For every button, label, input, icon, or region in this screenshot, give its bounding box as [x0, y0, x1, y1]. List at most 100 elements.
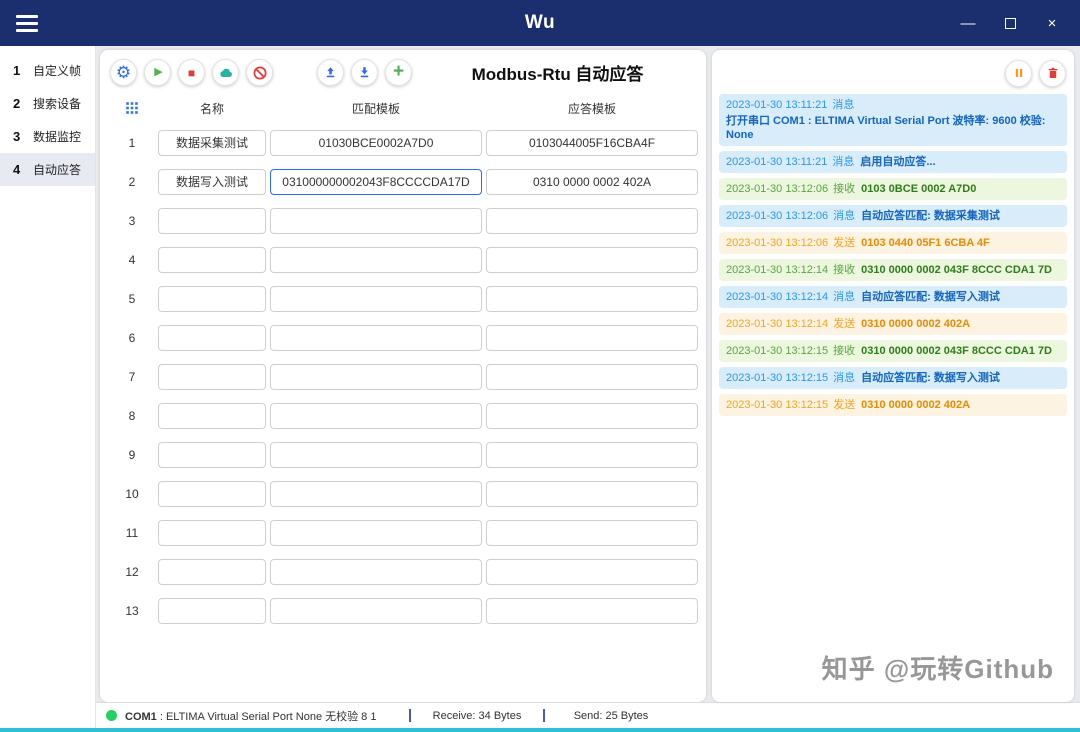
response-template-input[interactable]: [486, 169, 698, 195]
sidebar-item-auto-response[interactable]: 4自动应答: [0, 153, 95, 186]
row-number: 12: [110, 565, 154, 579]
match-template-input[interactable]: [270, 481, 482, 507]
drag-grid-button[interactable]: [110, 101, 154, 115]
table-row: 13: [110, 591, 696, 630]
close-port-button[interactable]: [246, 59, 273, 86]
match-template-input[interactable]: [270, 169, 482, 195]
log-message: 自动应答匹配: 数据采集测试: [861, 210, 1000, 222]
match-template-input[interactable]: [270, 130, 482, 156]
port-info: : ELTIMA Virtual Serial Port None 无校验 8 …: [157, 711, 377, 723]
match-template-input[interactable]: [270, 364, 482, 390]
log-type-tag: 消息: [832, 99, 854, 111]
page-title: Modbus-Rtu 自动应答: [419, 60, 696, 85]
log-timestamp: 2023-01-30 13:12:14: [726, 264, 828, 276]
name-input[interactable]: [158, 169, 266, 195]
name-input[interactable]: [158, 481, 266, 507]
sidebar-item-label: 搜索设备: [33, 95, 81, 112]
response-template-input[interactable]: [486, 364, 698, 390]
pause-log-button[interactable]: [1005, 60, 1032, 87]
minimize-icon: —: [961, 15, 976, 32]
export-button[interactable]: [351, 59, 378, 86]
log-timestamp: 2023-01-30 13:12:15: [726, 399, 828, 411]
name-input[interactable]: [158, 442, 266, 468]
log-message: 0310 0000 0002 402A: [861, 399, 970, 411]
port-name: COM1: [125, 711, 157, 723]
row-number: 4: [110, 253, 154, 267]
minimize-button[interactable]: —: [952, 8, 984, 38]
add-row-button[interactable]: +: [385, 59, 412, 86]
match-template-input[interactable]: [270, 559, 482, 585]
open-port-button[interactable]: [212, 59, 239, 86]
response-template-input[interactable]: [486, 403, 698, 429]
name-input[interactable]: [158, 247, 266, 273]
log-type-tag: 消息: [833, 210, 855, 222]
match-template-input[interactable]: [270, 520, 482, 546]
response-template-input[interactable]: [486, 325, 698, 351]
stop-button[interactable]: ■: [178, 59, 205, 86]
name-input[interactable]: [158, 598, 266, 624]
response-template-input[interactable]: [486, 598, 698, 624]
import-button[interactable]: [317, 59, 344, 86]
settings-button[interactable]: ⚙: [110, 59, 137, 86]
maximize-icon: [1005, 18, 1016, 29]
sidebar-item-label: 自动应答: [33, 161, 81, 178]
match-template-input[interactable]: [270, 403, 482, 429]
name-input[interactable]: [158, 130, 266, 156]
name-input[interactable]: [158, 208, 266, 234]
sidebar-item-search-device[interactable]: 2搜索设备: [0, 87, 95, 120]
sidebar-item-data-monitor[interactable]: 3数据监控: [0, 120, 95, 153]
log-message: 0310 0000 0002 043F 8CCC CDA1 7D: [861, 345, 1052, 357]
response-table: 名称 匹配模板 应答模板 12345678910111213: [100, 91, 706, 702]
row-number: 9: [110, 448, 154, 462]
log-type-tag: 发送: [833, 399, 855, 411]
main-panel: ⚙ ▶ ■: [100, 50, 706, 702]
receive-count: Receive: 34 Bytes: [413, 710, 541, 722]
name-input[interactable]: [158, 559, 266, 585]
log-type-tag: 消息: [833, 372, 855, 384]
match-template-input[interactable]: [270, 325, 482, 351]
match-template-input[interactable]: [270, 286, 482, 312]
prohibition-icon: [252, 65, 268, 81]
match-template-input[interactable]: [270, 208, 482, 234]
table-row: 6: [110, 318, 696, 357]
name-input[interactable]: [158, 520, 266, 546]
close-button[interactable]: ×: [1036, 8, 1068, 38]
maximize-button[interactable]: [994, 8, 1026, 38]
match-template-input[interactable]: [270, 598, 482, 624]
log-timestamp: 2023-01-30 13:12:06: [726, 237, 828, 249]
response-template-input[interactable]: [486, 247, 698, 273]
response-template-input[interactable]: [486, 520, 698, 546]
log-entry: 2023-01-30 13:12:06接收0103 0BCE 0002 A7D0: [719, 178, 1067, 200]
start-button[interactable]: ▶: [144, 59, 171, 86]
menu-button[interactable]: [16, 8, 46, 38]
log-message: 启用自动应答...: [860, 156, 935, 168]
row-number: 11: [110, 526, 154, 540]
response-template-input[interactable]: [486, 130, 698, 156]
log-type-tag: 接收: [833, 345, 855, 357]
response-template-input[interactable]: [486, 559, 698, 585]
response-template-input[interactable]: [486, 286, 698, 312]
table-row: 8: [110, 396, 696, 435]
column-header-name: 名称: [158, 100, 266, 117]
name-input[interactable]: [158, 403, 266, 429]
log-entry: 2023-01-30 13:11:21消息启用自动应答...: [719, 151, 1067, 173]
match-template-input[interactable]: [270, 442, 482, 468]
match-template-input[interactable]: [270, 247, 482, 273]
row-number: 10: [110, 487, 154, 501]
sidebar-item-number: 1: [13, 63, 23, 78]
hamburger-icon: [16, 15, 38, 18]
name-input[interactable]: [158, 364, 266, 390]
clear-log-button[interactable]: [1039, 60, 1066, 87]
name-input[interactable]: [158, 286, 266, 312]
table-row: 4: [110, 240, 696, 279]
sidebar-list: 1自定义帧2搜索设备3数据监控4自动应答: [0, 54, 95, 186]
response-template-input[interactable]: [486, 208, 698, 234]
response-template-input[interactable]: [486, 481, 698, 507]
sidebar-item-custom-frame[interactable]: 1自定义帧: [0, 54, 95, 87]
log-entry: 2023-01-30 13:12:15接收0310 0000 0002 043F…: [719, 340, 1067, 362]
pause-icon: [1012, 66, 1026, 80]
play-icon: ▶: [152, 67, 162, 78]
name-input[interactable]: [158, 325, 266, 351]
response-template-input[interactable]: [486, 442, 698, 468]
toolbar: ⚙ ▶ ■: [100, 50, 706, 91]
